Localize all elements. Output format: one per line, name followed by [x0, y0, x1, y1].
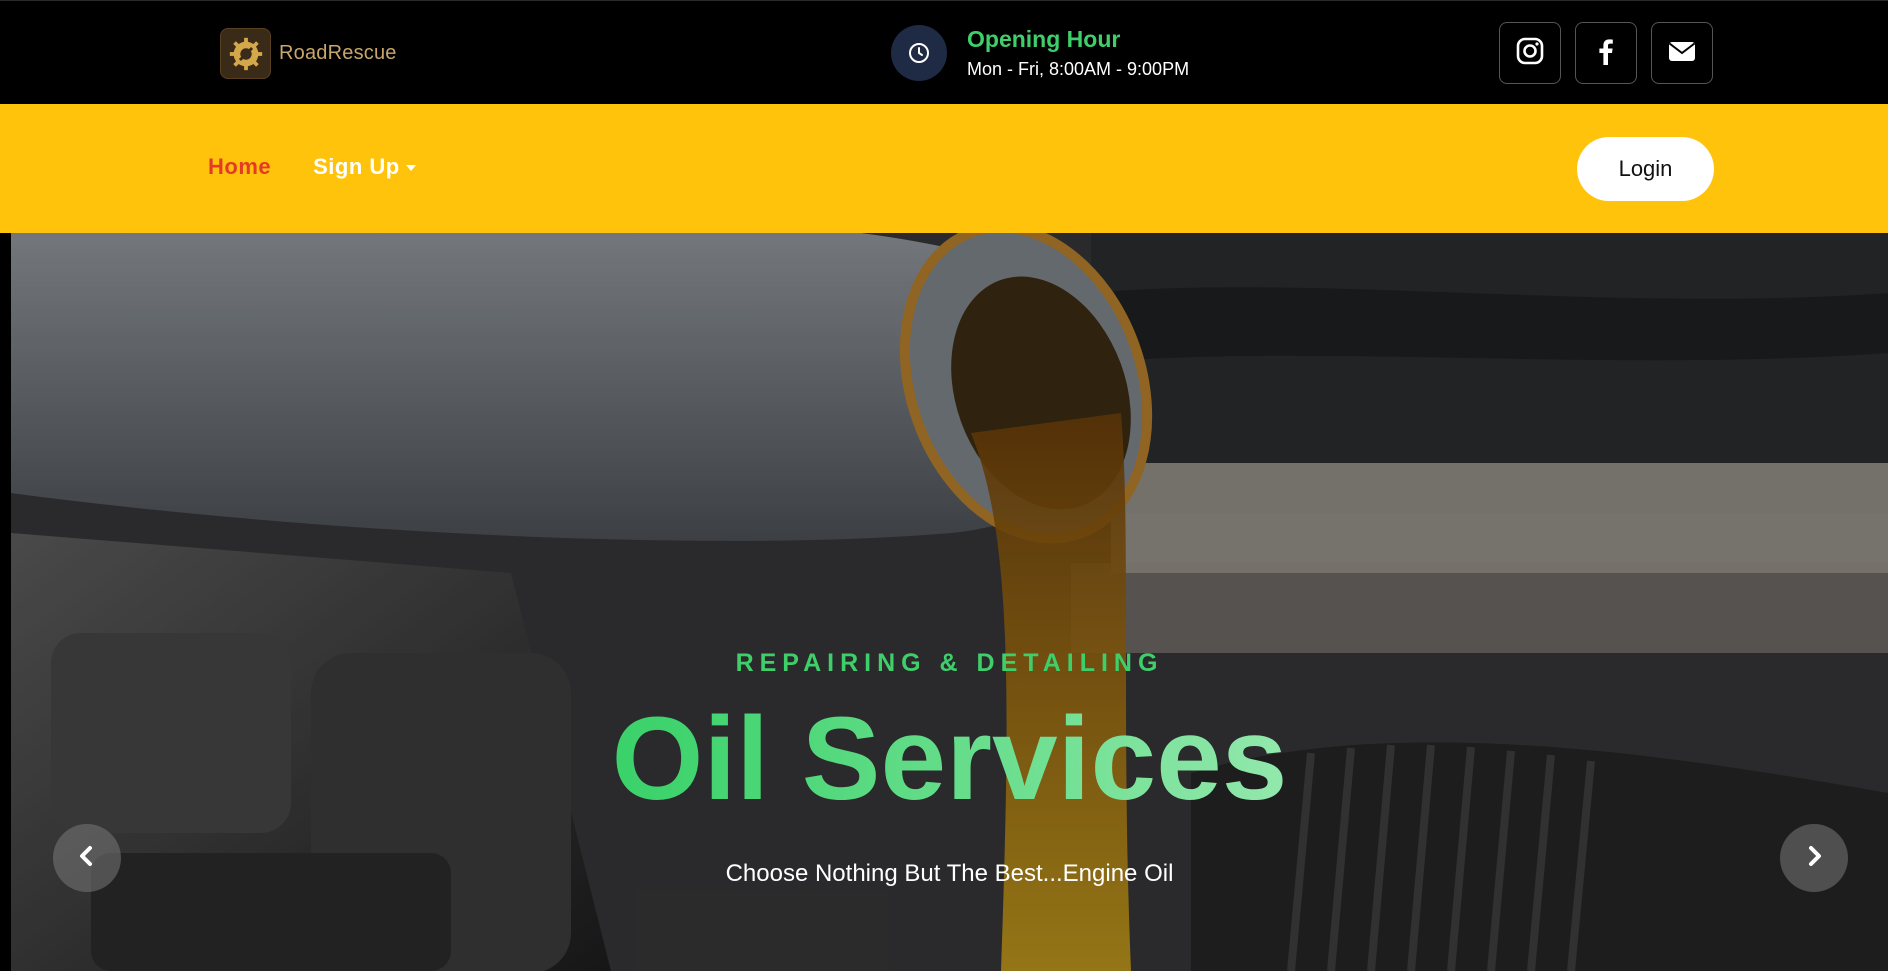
- main-navbar: Home Sign Up Login: [0, 104, 1888, 233]
- hero-subtitle: Choose Nothing But The Best...Engine Oil: [725, 860, 1174, 887]
- carousel-prev-button[interactable]: [53, 824, 121, 892]
- chevron-right-icon: [1803, 845, 1825, 872]
- nav-links: Home Sign Up: [208, 154, 416, 180]
- caret-down-icon: [405, 165, 416, 171]
- hero-kicker: REPAIRING & DETAILING: [735, 649, 1164, 677]
- gear-wrench-icon: [220, 28, 271, 79]
- brand[interactable]: RoadRescue: [220, 28, 397, 79]
- instagram-icon: [1514, 35, 1546, 72]
- brand-name: RoadRescue: [279, 42, 397, 64]
- clock-icon: [891, 25, 947, 81]
- instagram-button[interactable]: [1499, 22, 1561, 84]
- chevron-left-icon: [76, 845, 98, 872]
- nav-signup-dropdown[interactable]: Sign Up: [313, 154, 416, 180]
- hero-carousel: REPAIRING & DETAILING Oil Services Choos…: [11, 233, 1888, 971]
- top-bar: RoadRescue Opening Hour Mon - Fri, 8:00A…: [0, 0, 1888, 104]
- envelope-icon: [1666, 35, 1698, 72]
- opening-hour-value: Mon - Fri, 8:00AM - 9:00PM: [967, 59, 1190, 79]
- facebook-icon: [1590, 35, 1622, 72]
- opening-hour-title: Opening Hour: [967, 26, 1121, 52]
- social-links: [1499, 22, 1713, 84]
- facebook-button[interactable]: [1575, 22, 1637, 84]
- nav-signup-label: Sign Up: [313, 154, 400, 179]
- login-button[interactable]: Login: [1577, 137, 1714, 201]
- hero-title: Oil Services: [11, 694, 1888, 825]
- carousel-next-button[interactable]: [1780, 824, 1848, 892]
- nav-home-link[interactable]: Home: [208, 154, 271, 180]
- email-button[interactable]: [1651, 22, 1713, 84]
- opening-hours: Opening Hour Mon - Fri, 8:00AM - 9:00PM: [891, 25, 1189, 81]
